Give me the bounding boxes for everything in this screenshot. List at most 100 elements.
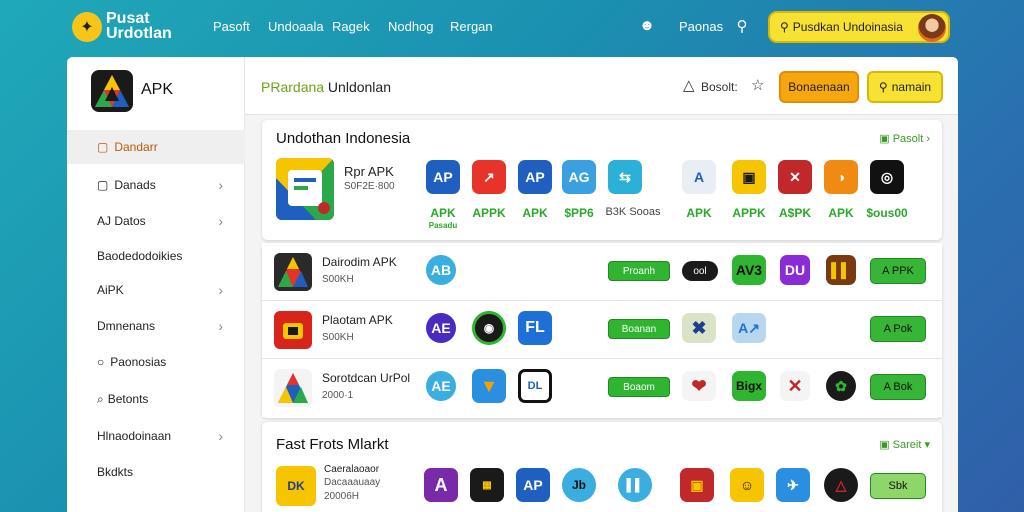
yellow-button[interactable]: ⚲ namain — [867, 71, 943, 103]
nav-item-4[interactable]: Nodhog — [388, 19, 434, 34]
app-name[interactable]: Sorotdcan UrPol — [322, 371, 410, 385]
table-row[interactable]: Sorotdcan UrPol 2000·1 AE ▼ DL Boaom ❤ B… — [262, 359, 942, 417]
sidebar-item-aipk[interactable]: AiPK › — [67, 273, 245, 307]
featured-strip-icon-1[interactable]: AP — [426, 160, 460, 194]
fire-icon[interactable]: △ — [824, 468, 858, 502]
breadcrumb-rest: Unldonlan — [324, 79, 391, 95]
sidebar-item-dandarr[interactable]: ▢ Dandarr — [67, 130, 245, 164]
nav-item-2[interactable]: Undoaala — [268, 19, 324, 34]
featured-see-all[interactable]: ▣ Pasolt › — [879, 132, 930, 145]
featured-strip-icon-8[interactable]: ✕ — [778, 160, 812, 194]
app-size: S00KH — [322, 332, 354, 343]
brand-name[interactable]: Pusat Urdotlan — [106, 11, 172, 42]
nav-item-3[interactable]: Ragek — [332, 19, 370, 34]
nav-item-5[interactable]: Rergan — [450, 19, 493, 34]
pin-icon: ⚲ — [878, 80, 888, 94]
search-label[interactable]: Bosolt: — [701, 80, 738, 94]
ab-icon[interactable]: AB — [426, 255, 456, 285]
game-icon[interactable]: ◉ — [472, 311, 506, 345]
jb-icon[interactable]: Jb — [562, 468, 596, 502]
green-tag[interactable]: Boaom — [608, 377, 670, 397]
a-letter-icon[interactable]: A — [424, 468, 458, 502]
game-box-icon[interactable]: ▣ — [680, 468, 714, 502]
featured-strip-icon-6[interactable]: A — [682, 160, 716, 194]
sidebar-item-aj-datos[interactable]: AJ Datos › — [67, 204, 245, 238]
featured-strip-icon-9[interactable]: ◑ — [824, 160, 858, 194]
sidebar-item-label: AJ Datos — [97, 214, 146, 228]
top-link[interactable]: Paonas — [679, 19, 723, 34]
profile-button[interactable]: ⚲ Pusdkan Undoinasia — [768, 11, 950, 43]
apk-logo-icon[interactable] — [91, 70, 133, 112]
featured-app-name[interactable]: Rpr APK — [344, 164, 394, 179]
download-button[interactable]: A Bok — [870, 374, 926, 400]
du-icon[interactable]: DU — [780, 255, 810, 285]
app-icon[interactable] — [274, 369, 312, 407]
warning-icon[interactable]: △ — [683, 76, 695, 94]
sidebar-item-dmnenans[interactable]: Dmnenans › — [67, 309, 245, 343]
featured-app-icon[interactable] — [276, 158, 334, 220]
dark-tag[interactable]: ool — [682, 261, 718, 281]
ae-icon[interactable]: AE — [426, 371, 456, 401]
bars-chart-icon[interactable]: ▌▌ — [618, 468, 652, 502]
chevron-right-icon: › — [218, 318, 223, 334]
featured-strip-icon-3[interactable]: AP — [518, 160, 552, 194]
sidebar-item-bkdkts[interactable]: Bkdkts — [67, 455, 245, 489]
chevron-right-icon: › — [218, 177, 223, 193]
orange-button[interactable]: Bonaenaan — [779, 71, 859, 103]
featured-strip-icon-10[interactable]: ◎ — [870, 160, 904, 194]
ap-icon[interactable]: AP — [516, 468, 550, 502]
search-icon[interactable]: ⚲ — [733, 17, 751, 35]
featured-strip-icon-4[interactable]: AG — [562, 160, 596, 194]
download-button[interactable]: A PPK — [870, 258, 926, 284]
sidebar-item-paonosias[interactable]: ○ Paonosias — [67, 345, 245, 379]
chevron-right-icon: › — [218, 213, 223, 229]
featured-strip-icon-5[interactable]: ⇆ — [608, 160, 642, 194]
green-tag[interactable]: Boanan — [608, 319, 670, 339]
featured-app-size: S0F2E·800 — [344, 181, 395, 192]
heart-icon[interactable]: ❤ — [682, 371, 716, 401]
avatar — [918, 14, 946, 42]
green-tag[interactable]: Proanh — [608, 261, 670, 281]
fast-see-all[interactable]: ▣ Sareit ▾ — [879, 438, 930, 451]
bigx-icon[interactable]: Bigx — [732, 371, 766, 401]
hammer-icon[interactable]: ▼ — [472, 369, 506, 403]
content-area: PRardana Unldonlan △ Bosolt: ☆ Bonaenaan… — [245, 57, 958, 512]
fast-app-name[interactable]: Caeralaoaor — [324, 464, 379, 475]
nav-item-1[interactable]: Pasoft — [213, 19, 250, 34]
table-row[interactable]: Dairodim APK S00KH AB Proanh ool AV3 DU … — [262, 243, 942, 301]
square-icon: ▢ — [97, 178, 109, 192]
brand-logo-icon[interactable]: ✦ — [72, 12, 102, 42]
fast-download-button[interactable]: Sbk — [870, 473, 926, 499]
av3-icon[interactable]: AV3 — [732, 255, 766, 285]
sidebar-item-betonts[interactable]: ⌕ Betonts — [67, 382, 245, 416]
app-icon[interactable] — [274, 311, 312, 349]
breadcrumb-accent[interactable]: Rardana — [270, 79, 324, 95]
ae-icon[interactable]: AE — [426, 313, 456, 343]
dl-icon[interactable]: DL — [518, 369, 552, 403]
sidebar-item-label: AiPK — [97, 283, 124, 297]
app-icon[interactable] — [274, 253, 312, 291]
cross-tool-icon[interactable]: ✕ — [780, 371, 810, 401]
featured-strip-icon-2[interactable]: ↗ — [472, 160, 506, 194]
table-row[interactable]: Plaotam APK S00KH AE ◉ FL Boanan ✖ A↗ A … — [262, 301, 942, 359]
app-name[interactable]: Dairodim APK — [322, 255, 397, 269]
bird-icon[interactable]: ✖ — [682, 313, 716, 343]
app-name[interactable]: Plaotam APK — [322, 313, 393, 327]
tablet-icon[interactable]: ▦ — [470, 468, 504, 502]
sidebar-item-hlnaodoinaan[interactable]: Hlnaodoinaan › — [67, 419, 245, 453]
star-icon[interactable]: ☆ — [751, 76, 764, 94]
character-icon[interactable]: ☺ — [730, 468, 764, 502]
fast-app-sub: Dacaaauaay — [324, 477, 381, 488]
bars-icon[interactable]: ▌▌ — [826, 255, 856, 285]
featured-strip-icon-7[interactable]: ▣ — [732, 160, 766, 194]
download-button[interactable]: A Pok — [870, 316, 926, 342]
sidebar-item-danads[interactable]: ▢ Danads › — [67, 168, 245, 202]
user-group-icon[interactable]: ☻ — [638, 17, 656, 35]
sidebar-item-label: Danads — [114, 178, 156, 192]
leaf-icon[interactable]: ✿ — [826, 371, 856, 401]
fast-app-icon[interactable]: DK — [276, 466, 316, 506]
fl-icon[interactable]: FL — [518, 311, 552, 345]
car-icon[interactable]: ✈ — [776, 468, 810, 502]
a-arrow-icon[interactable]: A↗ — [732, 313, 766, 343]
sidebar-item-baodedodoikies[interactable]: Baodedodoikies — [67, 239, 245, 273]
